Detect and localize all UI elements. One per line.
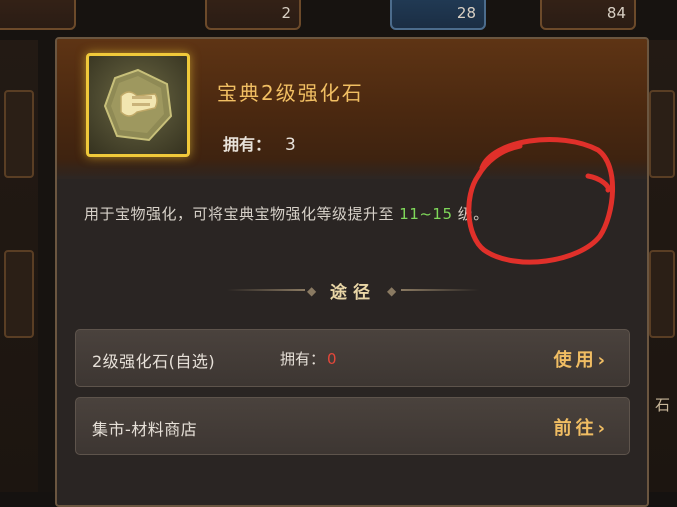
scroll-in-crystal-icon [103, 68, 173, 142]
inventory-slot [4, 250, 34, 338]
source-row-material-shop[interactable]: 集市-材料商店 前往› [75, 397, 630, 455]
owned-label: 拥有： [223, 135, 272, 154]
slot-label: 石 [655, 396, 671, 414]
inventory-slot [649, 250, 675, 338]
inventory-slot: 84 [540, 0, 636, 30]
owned-count: 拥有： 3 [223, 131, 296, 155]
description-prefix: 用于宝物强化，可将宝典宝物强化等级提升至 [84, 205, 400, 223]
source-owned-value: 0 [327, 350, 337, 368]
sources-title: 途径 [330, 283, 376, 303]
divider-ornament-right: ◆ [387, 284, 397, 298]
inventory-slot [649, 90, 675, 178]
slot-count: 84 [606, 4, 626, 22]
sources-divider: ◆ 途径 ◆ [227, 278, 479, 303]
owned-value: 3 [285, 135, 296, 155]
item-name: 宝典2级强化石 [217, 81, 364, 105]
left-inventory-column [0, 40, 38, 492]
divider-ornament-left: ◆ [307, 284, 317, 298]
go-button-label: 前往 [553, 418, 598, 439]
chevron-right-icon: › [597, 350, 609, 371]
header-fade [57, 159, 647, 179]
go-button[interactable]: 前往› [554, 414, 609, 440]
description-suffix: 级。 [452, 205, 489, 223]
source-label: 集市-材料商店 [92, 420, 198, 439]
item-description: 用于宝物强化，可将宝典宝物强化等级提升至 11~15 级。 [84, 203, 489, 224]
right-inventory-column: 石 [649, 40, 677, 492]
slot-count: 2 [281, 4, 291, 22]
chevron-right-icon: › [597, 418, 609, 439]
item-icon-frame[interactable] [86, 53, 190, 157]
inventory-slot [4, 90, 34, 178]
slot-count: 28 [456, 4, 476, 22]
inventory-slot: 2 [205, 0, 301, 30]
inventory-slot: 28 [390, 0, 486, 30]
item-detail-popup: 宝典2级强化石 拥有： 3 用于宝物强化，可将宝典宝物强化等级提升至 11~15 … [55, 37, 649, 507]
inventory-slot [0, 0, 76, 30]
divider-line-left [227, 289, 305, 291]
use-button[interactable]: 使用› [554, 346, 609, 372]
source-owned: 拥有： 0 [280, 348, 337, 369]
divider-line-right [401, 289, 479, 291]
source-owned-label: 拥有： [280, 350, 326, 368]
level-range: 11~15 [399, 205, 453, 223]
source-label: 2级强化石(自选) [92, 352, 216, 371]
use-button-label: 使用 [553, 350, 598, 371]
source-row-selectable-stone[interactable]: 2级强化石(自选) 拥有： 0 使用› [75, 329, 630, 387]
